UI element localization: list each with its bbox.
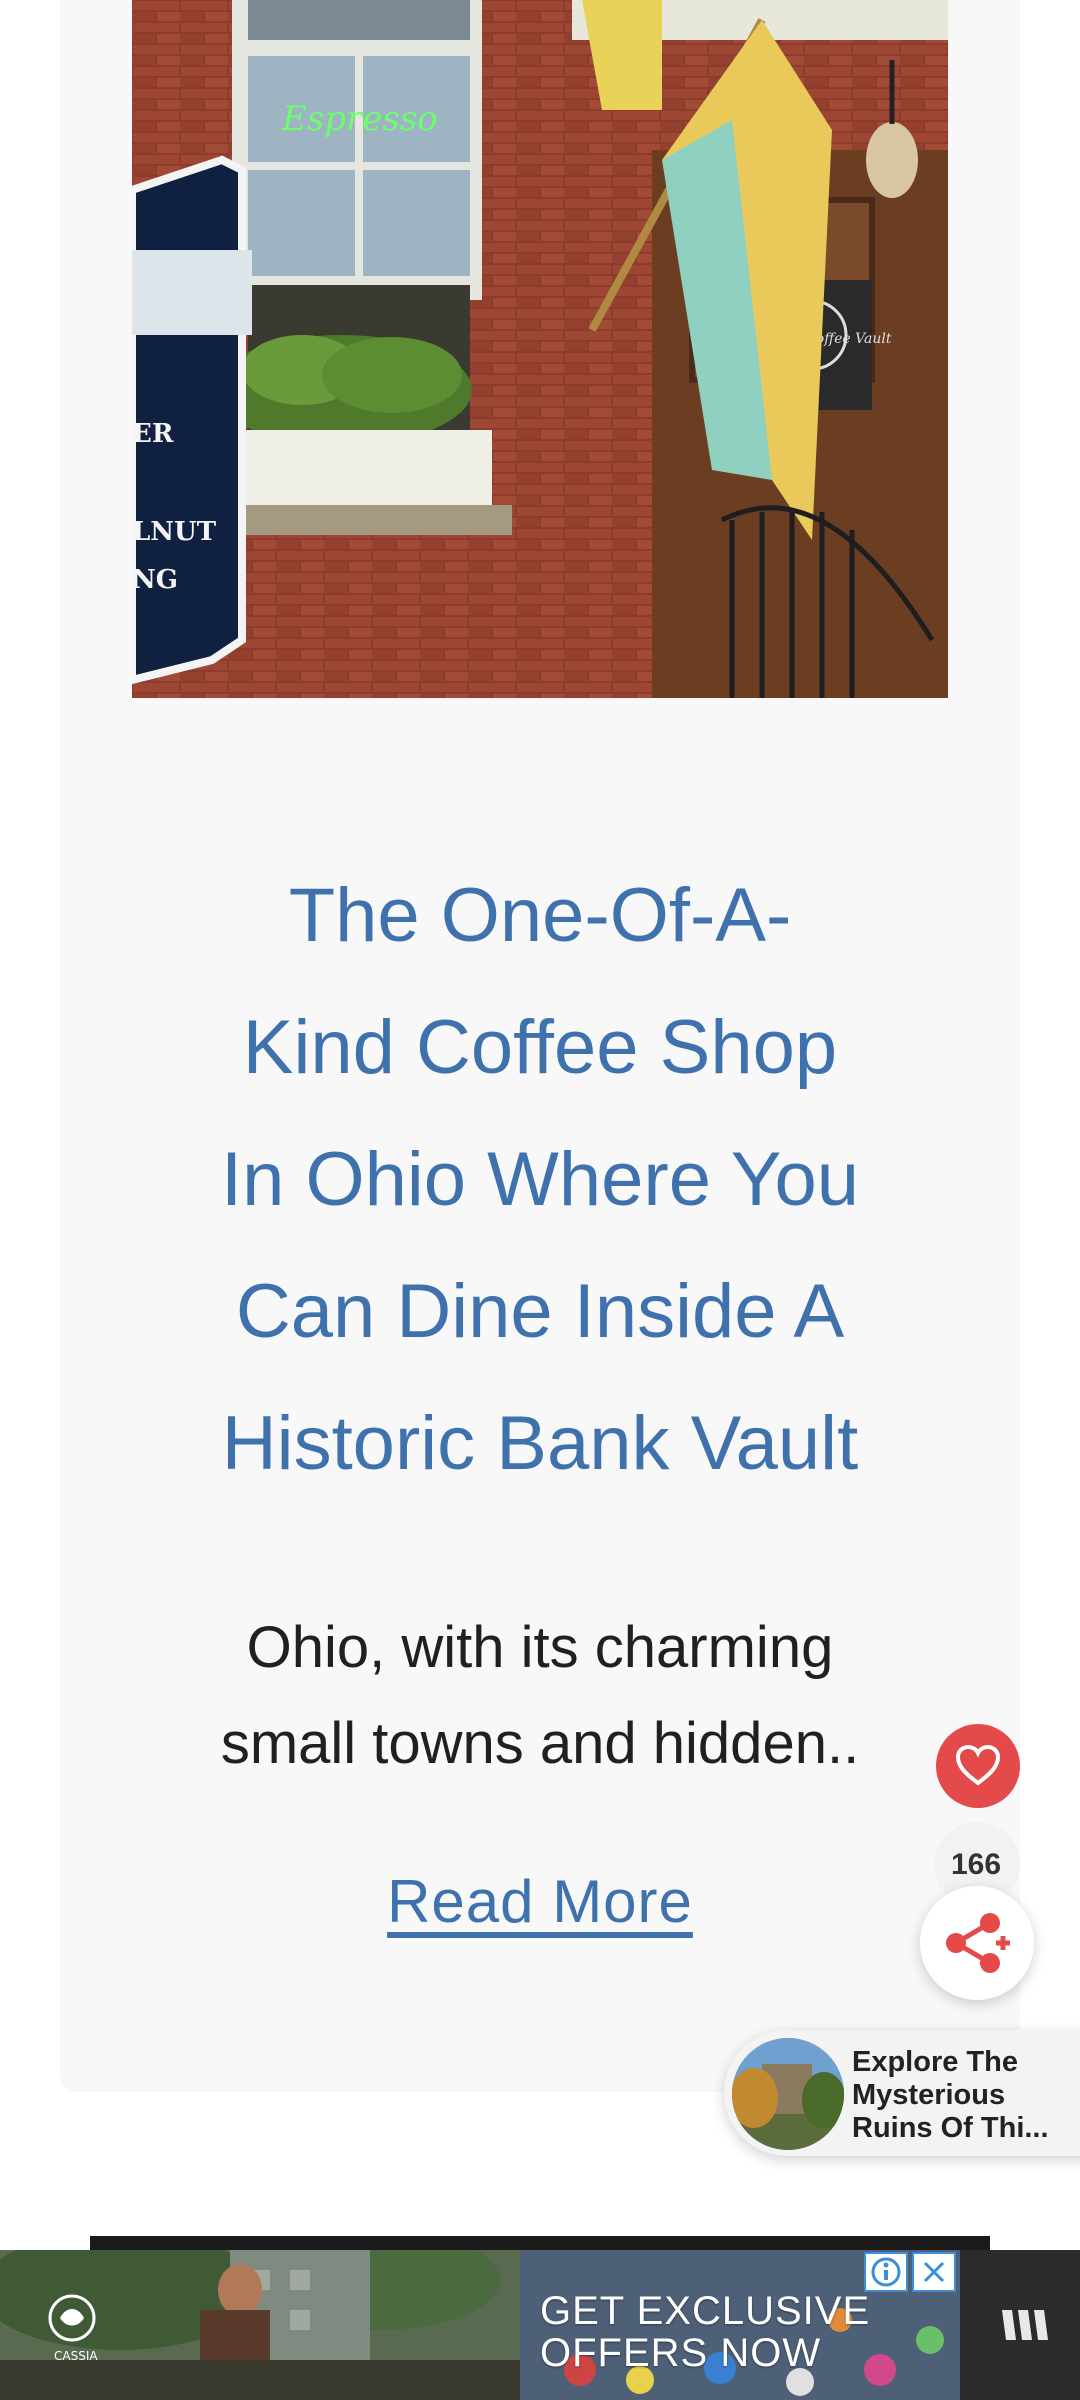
rec-line: Ruins Of Thi... [852, 2112, 1049, 2144]
title-line: The One-Of-A- [288, 873, 792, 958]
ad-brand-text: CASSIA [54, 2349, 98, 2363]
ad-close-button[interactable] [912, 2252, 956, 2292]
recommended-article-title: Explore The Mysterious Ruins Of Thi... [852, 2046, 1080, 2145]
recommended-article-card[interactable]: Explore The Mysterious Ruins Of Thi... [724, 2030, 1080, 2156]
ad-brand-logo: CASSIA [48, 2294, 98, 2363]
neon-sign: Espresso [281, 99, 438, 139]
read-more-link[interactable]: Read More [340, 1862, 740, 1942]
share-button[interactable] [920, 1886, 1034, 2000]
ad-info-button[interactable] [864, 2252, 908, 2292]
heart-icon [955, 1745, 1001, 1786]
sign-text: LNUT [132, 517, 217, 547]
rec-line: Mysterious [852, 2079, 1006, 2111]
recommended-article-thumbnail [732, 2038, 844, 2150]
share-count: 166 [950, 1848, 1002, 1881]
article-title[interactable]: The One-Of-A- Kind Coffee Shop In Ohio W… [160, 850, 920, 1510]
sign-text: NG [132, 565, 178, 595]
ad-sidebar [960, 2250, 1080, 2400]
info-icon [871, 2257, 901, 2287]
rec-line: Explore The [852, 2046, 1018, 2078]
ad-offer-line: GET EXCLUSIVE [540, 2289, 871, 2333]
excerpt-line: small towns and hidden.. [220, 1711, 860, 1776]
title-line: Can Dine Inside A [235, 1269, 845, 1354]
ad-offer-text: GET EXCLUSIVE OFFERS NOW [540, 2290, 870, 2374]
article-excerpt: Ohio, with its charming small towns and … [200, 1600, 880, 1792]
title-line: Historic Bank Vault [221, 1401, 859, 1486]
ad-offer-line: OFFERS NOW [540, 2331, 822, 2375]
sign-text: ER [132, 419, 174, 449]
content-divider [90, 2236, 990, 2250]
favorite-button[interactable] [936, 1724, 1020, 1808]
close-icon [923, 2261, 945, 2283]
excerpt-line: Ohio, with its charming [246, 1615, 834, 1680]
article-hero-image[interactable]: Espresso ER LNUT NG The Coffee Vault [132, 0, 948, 698]
share-icon [946, 1913, 1010, 1973]
title-line: In Ohio Where You [221, 1137, 859, 1222]
title-line: Kind Coffee Shop [242, 1005, 838, 1090]
